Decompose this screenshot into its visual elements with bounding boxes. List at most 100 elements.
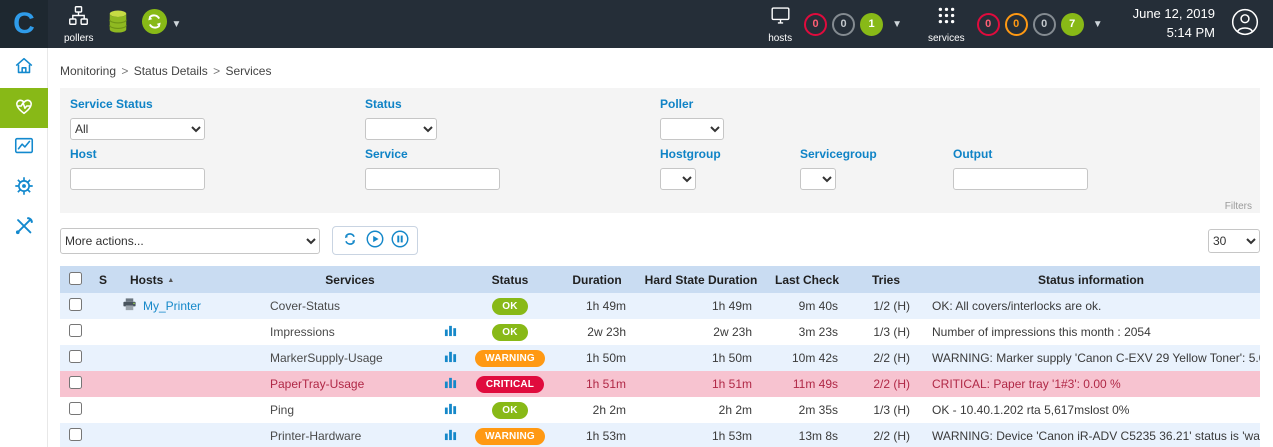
pollers-icon xyxy=(68,5,89,31)
breadcrumb-item[interactable]: Services xyxy=(225,64,271,78)
header-hosts[interactable]: Hosts▲ xyxy=(116,266,264,293)
sidebar-item-home[interactable] xyxy=(0,48,48,88)
row-checkbox[interactable] xyxy=(69,376,82,389)
graph-icon[interactable] xyxy=(444,430,457,444)
row-checkbox[interactable] xyxy=(69,350,82,363)
service-name[interactable]: Cover-Status xyxy=(270,299,340,313)
servicegroup-select[interactable] xyxy=(800,168,836,190)
header-status-information[interactable]: Status information xyxy=(922,266,1260,293)
services-status-block: services 0007 ▼ xyxy=(928,5,1103,44)
header-services[interactable]: Services xyxy=(264,266,436,293)
graph-icon[interactable] xyxy=(444,352,457,366)
refresh-button[interactable] xyxy=(341,230,359,251)
user-icon xyxy=(1231,8,1259,41)
severity-cell xyxy=(90,423,116,447)
services-counters: 0007 xyxy=(977,13,1084,36)
printer-icon xyxy=(122,297,137,315)
more-actions-select[interactable]: More actions... xyxy=(60,228,320,254)
user-menu[interactable] xyxy=(1231,8,1259,41)
status-badge: OK xyxy=(492,324,527,341)
hostgroup-select[interactable] xyxy=(660,168,696,190)
refresh-icon xyxy=(341,230,359,251)
hosts-label: hosts xyxy=(768,33,792,44)
page-size-select[interactable]: 30 xyxy=(1208,229,1260,253)
sidebar-item-administration[interactable] xyxy=(0,208,48,248)
hosts-up-counter[interactable]: 1 xyxy=(860,13,883,36)
hosts-pending-counter[interactable]: 0 xyxy=(832,13,855,36)
status-info-cell: Number of impressions this month : 2054 xyxy=(922,319,1260,345)
service-name[interactable]: Ping xyxy=(270,403,294,417)
services-pending-counter[interactable]: 0 xyxy=(1033,13,1056,36)
last-check-cell: 3m 23s xyxy=(764,319,850,345)
services-ok-counter[interactable]: 7 xyxy=(1061,13,1084,36)
tools-icon xyxy=(13,215,35,242)
hostgroup-label: Hostgroup xyxy=(660,147,800,161)
services-table: S Hosts▲ Services Status Duration Hard S… xyxy=(60,266,1260,447)
pollers-label: pollers xyxy=(64,33,93,44)
poller-status-menu[interactable]: ▼ xyxy=(141,8,181,40)
services-warning-counter[interactable]: 0 xyxy=(1005,13,1028,36)
tries-cell: 1/3 (H) xyxy=(850,319,922,345)
row-checkbox[interactable] xyxy=(69,428,82,441)
select-all-checkbox[interactable] xyxy=(69,272,82,285)
service-status-select[interactable]: All xyxy=(70,118,205,140)
services-critical-counter[interactable]: 0 xyxy=(977,13,1000,36)
play-button[interactable] xyxy=(366,230,384,251)
chevron-down-icon[interactable]: ▼ xyxy=(1093,19,1103,30)
service-row: PaperTray-Usage CRITICAL 1h 51m 1h 51m 1… xyxy=(60,371,1260,397)
service-input[interactable] xyxy=(365,168,500,190)
poller-select[interactable] xyxy=(660,118,724,140)
host-name[interactable]: My_Printer xyxy=(143,299,201,313)
hosts-icon xyxy=(770,5,791,31)
pause-button[interactable] xyxy=(391,230,409,251)
breadcrumb-item[interactable]: Monitoring xyxy=(60,64,116,78)
hosts-down-counter[interactable]: 0 xyxy=(804,13,827,36)
service-name[interactable]: PaperTray-Usage xyxy=(270,377,364,391)
status-badge: OK xyxy=(492,298,527,315)
services-menu[interactable]: services xyxy=(928,5,965,44)
host-input[interactable] xyxy=(70,168,205,190)
graph-icon[interactable] xyxy=(444,378,457,392)
header-tries[interactable]: Tries xyxy=(850,266,922,293)
sidebar-item-monitoring[interactable] xyxy=(0,88,48,128)
header-hard-state-duration[interactable]: Hard State Duration xyxy=(638,266,764,293)
header-duration[interactable]: Duration xyxy=(556,266,638,293)
service-name[interactable]: MarkerSupply-Usage xyxy=(270,351,383,365)
status-select[interactable] xyxy=(365,118,437,140)
poller-database-status[interactable] xyxy=(107,9,129,40)
gear-icon xyxy=(13,175,35,202)
status-badge: OK xyxy=(492,402,527,419)
chevron-down-icon[interactable]: ▼ xyxy=(892,19,902,30)
graph-icon[interactable] xyxy=(444,404,457,418)
row-checkbox[interactable] xyxy=(69,402,82,415)
last-check-cell: 13m 8s xyxy=(764,423,850,447)
duration-cell: 1h 53m xyxy=(556,423,638,447)
actions-toolbar: More actions... xyxy=(60,226,1260,255)
graph-icon[interactable] xyxy=(444,326,457,340)
sidebar-item-configuration[interactable] xyxy=(0,168,48,208)
duration-cell: 1h 51m xyxy=(556,371,638,397)
breadcrumb-item[interactable]: Status Details xyxy=(134,64,208,78)
duration-cell: 2h 2m xyxy=(556,397,638,423)
chevron-down-icon: ▼ xyxy=(171,19,181,30)
hosts-menu[interactable]: hosts xyxy=(768,5,792,44)
hard-duration-cell: 1h 51m xyxy=(638,371,764,397)
row-checkbox[interactable] xyxy=(69,298,82,311)
header-severity[interactable]: S xyxy=(90,266,116,293)
header-last-check[interactable]: Last Check xyxy=(764,266,850,293)
table-header-row: S Hosts▲ Services Status Duration Hard S… xyxy=(60,266,1260,293)
pollers-menu[interactable]: pollers xyxy=(64,5,93,44)
app: C pollers xyxy=(0,0,1273,447)
filters-tag[interactable]: Filters xyxy=(1225,201,1252,212)
sidebar-item-reporting[interactable] xyxy=(0,128,48,168)
centreon-logo[interactable]: C xyxy=(0,0,48,48)
row-checkbox[interactable] xyxy=(69,324,82,337)
service-name[interactable]: Impressions xyxy=(270,325,335,339)
header-status[interactable]: Status xyxy=(464,266,556,293)
status-badge: CRITICAL xyxy=(476,376,544,393)
service-name[interactable]: Printer-Hardware xyxy=(270,429,361,443)
filter-panel: Service Status All Status Poller xyxy=(60,88,1260,213)
service-row: My_Printer Cover-Status OK 1h 49m 1h 49m… xyxy=(60,293,1260,319)
output-input[interactable] xyxy=(953,168,1088,190)
status-info-cell: WARNING: Device 'Canon iR-ADV C5235 36.2… xyxy=(922,423,1260,447)
